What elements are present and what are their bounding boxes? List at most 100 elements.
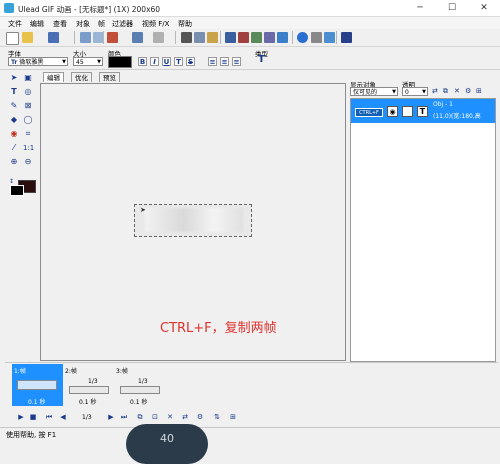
menu-frame[interactable]: 帧 (98, 19, 105, 29)
opacity-input-value: 0 (405, 89, 409, 96)
status-bar (0, 427, 500, 444)
bold-button[interactable]: B (138, 57, 147, 66)
frame-panel-options-icon[interactable]: ⊞ (228, 412, 238, 422)
font-select-value: 微软雅黑 (19, 59, 44, 66)
copy-icon[interactable] (194, 32, 205, 43)
minimize-button[interactable]: ─ (404, 0, 436, 16)
eyedropper-tool-icon[interactable]: ⁄ (9, 143, 19, 153)
align-right-icon[interactable]: ≡ (232, 57, 241, 66)
strikethrough-button[interactable]: S (186, 57, 195, 66)
image-size-icon[interactable] (238, 32, 249, 43)
frame-2-thumbnail[interactable] (69, 386, 109, 394)
menu-edit[interactable]: 编辑 (30, 19, 44, 29)
reverse-frames-icon[interactable]: ⇅ (212, 412, 222, 422)
cut-icon[interactable] (181, 32, 192, 43)
tab-preview[interactable]: 预览 (99, 72, 120, 82)
menu-object[interactable]: 对象 (76, 19, 90, 29)
toolbar-separator (292, 31, 293, 44)
ellipse-tool-icon[interactable]: ◯ (23, 115, 33, 125)
pointer-tool-icon[interactable]: ➤ (9, 73, 19, 83)
object-group-icon[interactable]: ⊞ (476, 87, 485, 96)
object-delete-icon[interactable]: ✕ (454, 87, 463, 96)
add-frame-button-icon[interactable]: ⧉ (135, 412, 145, 422)
underline-button[interactable]: U (162, 57, 171, 66)
fill-tool-icon[interactable]: ◉ (9, 129, 19, 139)
export-icon[interactable] (324, 32, 335, 43)
object-move-icon[interactable]: ⇄ (432, 87, 441, 96)
stop-icon[interactable]: ■ (28, 412, 38, 422)
toolbar-separator (175, 31, 176, 44)
tab-optimize[interactable]: 优化 (71, 72, 92, 82)
frame-2-delay: 0.1 秒 (79, 399, 97, 406)
open-folder-icon[interactable] (22, 32, 33, 43)
visibility-eye-icon[interactable]: ◉ (387, 106, 398, 117)
actual-size-icon[interactable]: 1:1 (23, 143, 34, 153)
chevron-down-icon: ▼ (422, 89, 426, 95)
last-frame-icon[interactable]: ⏭ (119, 412, 129, 422)
transform-tool-icon[interactable]: ◎ (23, 87, 33, 97)
toolbar-separator (74, 31, 75, 44)
crop-icon[interactable] (251, 32, 262, 43)
lasso-tool-icon[interactable]: ⊠ (23, 101, 33, 111)
previous-frame-icon[interactable]: ◀ (58, 412, 68, 422)
first-frame-icon[interactable]: ⏮ (44, 412, 54, 422)
frame-properties-icon[interactable] (225, 32, 236, 43)
crop-tool-icon[interactable]: ⌗ (23, 129, 33, 139)
tab-edit[interactable]: 编辑 (43, 72, 64, 82)
play-icon[interactable]: ▶ (16, 412, 26, 422)
frame-3-label: 3:帧 (116, 368, 128, 375)
brush-tool-icon[interactable]: ✎ (9, 101, 19, 111)
add-image-icon[interactable] (80, 32, 91, 43)
menu-video-fx[interactable]: 视频 F/X (142, 19, 169, 29)
chevron-down-icon: ▼ (97, 59, 101, 65)
web-icon[interactable] (297, 32, 308, 43)
text-type-icon[interactable]: T (258, 55, 268, 65)
optimize-icon[interactable] (277, 32, 288, 43)
menu-help[interactable]: 帮助 (178, 19, 192, 29)
font-select[interactable]: Tr 微软雅黑 ▼ (8, 57, 68, 66)
next-frame-icon[interactable]: ▶ (106, 412, 116, 422)
tween-icon[interactable]: ⇄ (180, 412, 190, 422)
browser-preview-icon[interactable] (311, 32, 322, 43)
close-button[interactable]: ✕ (468, 0, 500, 16)
opacity-input[interactable]: 0 ▼ (402, 87, 428, 96)
italic-button[interactable]: I (150, 57, 159, 66)
text-tool-icon[interactable]: T (9, 87, 19, 97)
frame-2-label: 2:帧 (65, 368, 77, 375)
frame-properties-button-icon[interactable]: ⚙ (195, 412, 205, 422)
foreground-color-swatch[interactable] (10, 185, 24, 196)
lock-toggle-icon[interactable] (402, 106, 413, 117)
maximize-button[interactable]: ☐ (436, 0, 468, 16)
align-center-icon[interactable]: ≡ (220, 57, 229, 66)
frame-3-count: 1/3 (138, 378, 148, 385)
wizard-icon[interactable] (107, 32, 118, 43)
paste-icon[interactable] (207, 32, 218, 43)
object-copy-icon[interactable]: ⧉ (443, 87, 452, 96)
menu-file[interactable]: 文件 (8, 19, 22, 29)
marquee-tool-icon[interactable]: ▣ (23, 73, 33, 83)
text-color-swatch[interactable] (108, 56, 132, 68)
duplicate-frame-icon[interactable]: ⊡ (150, 412, 160, 422)
frame-1-thumbnail[interactable] (17, 380, 57, 390)
save-icon[interactable] (48, 32, 59, 43)
help-icon[interactable] (341, 32, 352, 43)
toolbar-separator (220, 31, 221, 44)
zoom-out-icon[interactable]: ⊖ (23, 157, 33, 167)
object-name: Obj - 1 (433, 101, 453, 108)
redo-icon[interactable] (153, 32, 164, 43)
align-left-icon[interactable]: ≡ (208, 57, 217, 66)
object-properties-icon[interactable]: ⚙ (465, 87, 474, 96)
delete-frame-icon[interactable]: ✕ (165, 412, 175, 422)
new-file-icon[interactable] (6, 32, 19, 45)
menu-view[interactable]: 查看 (53, 19, 67, 29)
eraser-tool-icon[interactable]: ◆ (9, 115, 19, 125)
rotate-icon[interactable] (264, 32, 275, 43)
swap-colors-icon[interactable]: ↕ (9, 178, 16, 185)
zoom-in-icon[interactable]: ⊕ (9, 157, 19, 167)
text-style-button[interactable]: T (174, 57, 183, 66)
display-objects-select[interactable]: 仅可见的 ▼ (350, 87, 398, 96)
undo-icon[interactable] (132, 32, 143, 43)
menu-filter[interactable]: 过滤器 (112, 19, 133, 29)
size-select[interactable]: 45 ▼ (73, 57, 103, 66)
frame-3-thumbnail[interactable] (120, 386, 160, 394)
